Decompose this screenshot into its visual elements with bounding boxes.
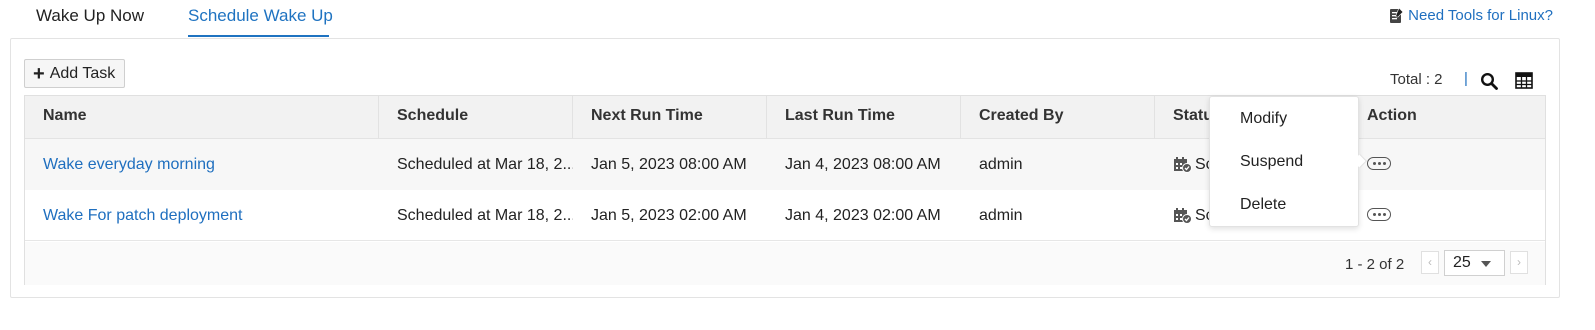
tab-bar: Wake Up Now Schedule Wake Up bbox=[0, 0, 1595, 38]
page-size-value: 25 bbox=[1453, 254, 1471, 271]
menu-item-delete[interactable]: Delete bbox=[1240, 196, 1286, 214]
more-actions-button[interactable] bbox=[1367, 157, 1391, 170]
next-run-cell: Jan 5, 2023 02:00 AM bbox=[591, 207, 747, 224]
created-by-cell: admin bbox=[979, 156, 1023, 173]
schedule-cell: Scheduled at Mar 18, 2... bbox=[397, 156, 573, 173]
table-footer: 1 - 2 of 2 ‹ 25 › bbox=[25, 242, 1545, 285]
scheduled-calendar-icon bbox=[1174, 208, 1192, 225]
dot bbox=[1377, 162, 1381, 165]
chevron-down-icon bbox=[1481, 261, 1491, 267]
pagination-range: 1 - 2 of 2 bbox=[1345, 256, 1405, 273]
column-header-name[interactable]: Name bbox=[25, 96, 379, 139]
task-name-link[interactable]: Wake For patch deployment bbox=[25, 190, 243, 241]
task-name-link[interactable]: Wake everyday morning bbox=[25, 139, 215, 190]
add-task-label: Add Task bbox=[49, 64, 116, 82]
page-size-select[interactable]: 25 bbox=[1444, 250, 1505, 276]
dot bbox=[1382, 162, 1386, 165]
status-cell: Sc bbox=[1155, 190, 1214, 241]
dot bbox=[1377, 213, 1381, 216]
menu-item-modify[interactable]: Modify bbox=[1240, 110, 1287, 128]
column-header-schedule[interactable]: Schedule bbox=[379, 96, 573, 139]
more-actions-button[interactable] bbox=[1367, 208, 1391, 221]
search-icon[interactable] bbox=[1480, 72, 1498, 90]
last-run-cell: Jan 4, 2023 08:00 AM bbox=[785, 156, 941, 173]
row-actions-menu: Modify Suspend Delete bbox=[1209, 96, 1359, 227]
dot bbox=[1372, 162, 1376, 165]
need-tools-link[interactable]: Need Tools for Linux? bbox=[1389, 7, 1553, 24]
column-header-created-by[interactable]: Created By bbox=[961, 96, 1155, 139]
dot bbox=[1372, 213, 1376, 216]
column-header-next-run-time[interactable]: Next Run Time bbox=[573, 96, 767, 139]
toolbar-separator: | bbox=[1464, 70, 1468, 87]
scheduled-calendar-icon bbox=[1174, 157, 1192, 174]
dot bbox=[1382, 213, 1386, 216]
table-columns-icon[interactable] bbox=[1515, 72, 1533, 89]
column-header-last-run-time[interactable]: Last Run Time bbox=[767, 96, 961, 139]
menu-item-suspend[interactable]: Suspend bbox=[1240, 153, 1303, 171]
next-run-cell: Jan 5, 2023 08:00 AM bbox=[591, 156, 747, 173]
plus-icon: + bbox=[33, 62, 45, 85]
need-tools-label[interactable]: Need Tools for Linux? bbox=[1408, 7, 1553, 24]
status-cell: Sc bbox=[1155, 139, 1214, 190]
add-task-button[interactable]: + Add Task bbox=[24, 59, 125, 88]
schedule-cell: Scheduled at Mar 18, 2... bbox=[397, 207, 573, 224]
prev-page-button[interactable]: ‹ bbox=[1421, 251, 1439, 274]
last-run-cell: Jan 4, 2023 02:00 AM bbox=[785, 207, 941, 224]
tab-wake-up-now[interactable]: Wake Up Now bbox=[36, 6, 144, 26]
column-header-action: Action bbox=[1367, 107, 1417, 124]
next-page-button[interactable]: › bbox=[1510, 251, 1528, 274]
edit-note-icon bbox=[1390, 7, 1404, 23]
tab-schedule-wake-up[interactable]: Schedule Wake Up bbox=[188, 6, 333, 26]
active-tab-indicator bbox=[188, 35, 329, 37]
total-count: Total : 2 bbox=[1390, 71, 1443, 88]
created-by-cell: admin bbox=[979, 207, 1023, 224]
